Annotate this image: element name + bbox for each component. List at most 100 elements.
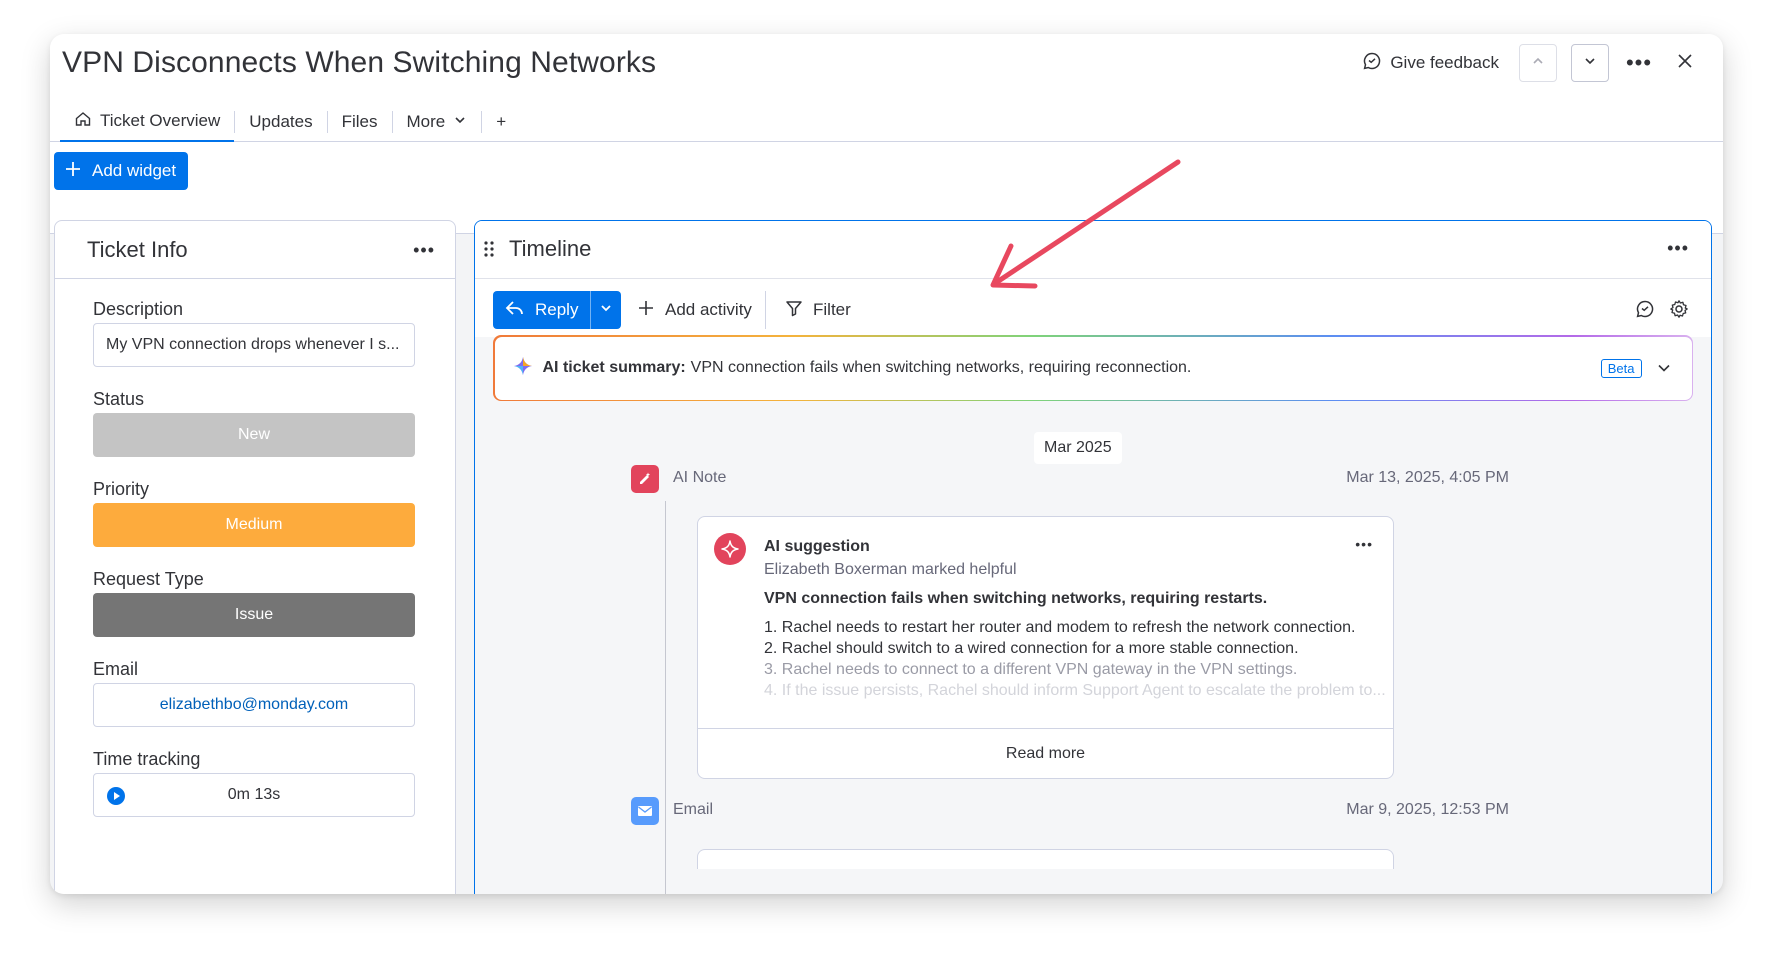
description-field[interactable]: My VPN connection drops whenever I s... — [93, 323, 415, 367]
reply-options-button[interactable] — [591, 291, 621, 329]
request-type-field[interactable]: Issue — [93, 593, 415, 637]
request-type-value: Issue — [234, 606, 274, 623]
add-widget-label: Add widget — [92, 161, 177, 180]
ai-avatar-icon — [714, 533, 746, 565]
email-value[interactable]: elizabethbo@monday.com — [160, 696, 349, 714]
timeline-menu-icon[interactable]: ••• — [1667, 239, 1689, 257]
plus-icon: + — [496, 112, 507, 131]
top-bar: VPN Disconnects When Switching Networks … — [50, 34, 1723, 142]
give-feedback-label: Give feedback — [1390, 53, 1499, 72]
event-date: Mar 13, 2025, 4:05 PM — [1346, 469, 1509, 486]
status-value: New — [237, 426, 270, 443]
chevron-down-icon — [599, 300, 613, 320]
tab-files[interactable]: Files — [328, 102, 392, 142]
timeline-header: Timeline ••• — [475, 221, 1711, 279]
ai-note-icon — [631, 465, 659, 493]
tab-label: Files — [341, 112, 378, 131]
priority-label: Priority — [93, 479, 150, 499]
card-line: 1. Rachel needs to restart her router an… — [764, 619, 1356, 636]
add-widget-button[interactable]: Add widget — [54, 152, 189, 190]
plus-icon — [64, 160, 82, 183]
time-tracking-label: Time tracking — [93, 749, 201, 769]
status-label: Status — [93, 389, 145, 409]
tab-label: Ticket Overview — [100, 111, 221, 130]
description-value: My VPN connection drops whenever I s... — [106, 336, 400, 353]
card-line: 4. If the issue persists, Rachel should … — [764, 682, 1386, 699]
tab-more[interactable]: More — [393, 102, 482, 142]
priority-value: Medium — [225, 516, 283, 533]
month-divider: Mar 2025 — [1034, 432, 1122, 464]
item-window: VPN Disconnects When Switching Networks … — [50, 34, 1723, 894]
time-tracking-value: 0m 13s — [227, 786, 281, 803]
timeline-rail — [665, 501, 666, 894]
tab-updates[interactable]: Updates — [235, 102, 326, 142]
priority-field[interactable]: Medium — [93, 503, 415, 547]
email-icon — [631, 797, 659, 825]
gear-icon[interactable] — [1669, 299, 1689, 324]
tab-label: Updates — [249, 112, 313, 131]
tab-ticket-overview[interactable]: Ticket Overview — [60, 102, 235, 142]
give-feedback-button[interactable]: Give feedback — [1362, 51, 1499, 76]
next-item-button[interactable] — [1571, 44, 1609, 82]
status-field[interactable]: New — [93, 413, 415, 457]
add-tab-button[interactable]: + — [482, 102, 520, 142]
top-actions: Give feedback ••• — [1362, 44, 1701, 82]
reply-label: Reply — [535, 300, 579, 319]
tab-label: More — [406, 112, 446, 131]
email-label: Email — [93, 659, 139, 679]
request-type-label: Request Type — [93, 569, 204, 589]
toolbar-divider — [765, 291, 766, 329]
filter-button[interactable]: Filter — [785, 291, 851, 329]
chevron-down-icon[interactable] — [1656, 360, 1672, 381]
card-title: AI suggestion — [764, 538, 870, 555]
timeline-title: Timeline — [509, 236, 592, 261]
card-subtitle: Elizabeth Boxerman marked helpful — [764, 561, 1017, 578]
ticket-info-title: Ticket Info — [87, 236, 188, 262]
timeline-actions: Reply Add activity Filter — [475, 279, 1711, 337]
chat-icon[interactable] — [1635, 299, 1655, 324]
more-options-button[interactable]: ••• — [1623, 47, 1655, 79]
ai-summary-banner[interactable]: AI ticket summary: VPN connection fails … — [493, 335, 1693, 401]
previous-item-button[interactable] — [1519, 44, 1557, 82]
beta-badge: Beta — [1600, 358, 1642, 378]
chevron-down-icon — [453, 112, 467, 132]
more-icon: ••• — [1625, 50, 1653, 75]
card-line: 3. Rachel needs to connect to a differen… — [764, 661, 1298, 678]
close-button[interactable] — [1669, 47, 1701, 79]
event-label: AI Note — [673, 469, 727, 486]
ticket-info-header: Ticket Info ••• — [55, 221, 455, 279]
reply-icon — [505, 299, 525, 322]
plus-icon — [637, 299, 655, 322]
reply-button[interactable]: Reply — [493, 291, 621, 329]
drag-handle-icon[interactable] — [483, 240, 495, 263]
card-line: 2. Rachel should switch to a wired conne… — [764, 640, 1299, 657]
reply-main[interactable]: Reply — [493, 291, 592, 329]
email-card — [697, 849, 1394, 869]
item-tabs: Ticket Overview Updates Files More + — [60, 102, 520, 142]
ticket-info-menu-icon[interactable]: ••• — [413, 241, 435, 259]
ai-summary-label: AI ticket summary: — [542, 359, 686, 376]
add-activity-button[interactable]: Add activity — [637, 291, 752, 329]
filter-label: Filter — [813, 300, 851, 319]
add-activity-label: Add activity — [665, 300, 752, 319]
card-headline: VPN connection fails when switching netw… — [764, 590, 1268, 607]
sparkle-icon — [513, 356, 533, 381]
ai-summary-text: VPN connection fails when switching netw… — [690, 359, 1192, 376]
time-tracking-field: 0m 13s — [93, 773, 415, 817]
play-icon[interactable] — [106, 786, 126, 811]
close-icon — [1676, 52, 1694, 75]
page-title: VPN Disconnects When Switching Networks — [62, 46, 657, 79]
ai-suggestion-card: AI suggestion Elizabeth Boxerman marked … — [697, 516, 1394, 779]
timeline-panel: Timeline ••• Reply Add activity Filter A… — [474, 220, 1712, 894]
description-label: Description — [93, 299, 184, 319]
read-more-button[interactable]: Read more — [698, 728, 1393, 778]
event-label: Email — [673, 801, 714, 818]
card-menu-icon[interactable]: ••• — [1355, 537, 1373, 551]
ticket-info-panel: Ticket Info ••• Description My VPN conne… — [54, 220, 456, 894]
filter-icon — [785, 299, 803, 322]
chevron-up-icon — [1531, 54, 1545, 73]
event-date: Mar 9, 2025, 12:53 PM — [1346, 801, 1509, 818]
chevron-down-icon — [1583, 54, 1597, 73]
email-field[interactable]: elizabethbo@monday.com — [93, 683, 415, 727]
ai-summary-content: AI ticket summary: VPN connection fails … — [494, 336, 1692, 400]
